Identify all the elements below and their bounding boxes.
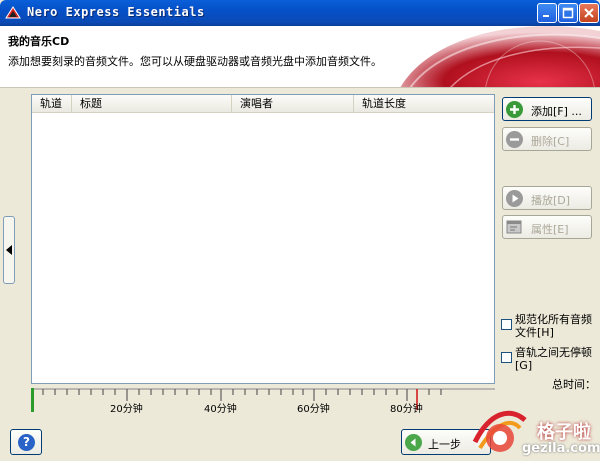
help-icon: ?: [18, 434, 35, 451]
play-button[interactable]: 播放[D]: [502, 186, 592, 210]
no-pause-label-line2: [G]: [515, 359, 533, 372]
column-title[interactable]: 标题: [72, 95, 232, 113]
page-header: 我的音乐CD 添加想要刻录的音频文件。您可以从硬盘驱动器或音频光盘中添加音频文件…: [0, 26, 600, 88]
title-bar[interactable]: Nero Express Essentials: [0, 0, 600, 26]
normalize-checkbox[interactable]: [501, 319, 512, 330]
column-artist[interactable]: 演唱者: [232, 95, 354, 113]
no-pause-label[interactable]: 音轨之间无停顿 [G]: [515, 347, 592, 371]
capacity-ruler: [31, 388, 495, 412]
properties-icon: [506, 219, 523, 236]
plus-icon: [506, 101, 523, 118]
ruler-label-60: 60分钟: [297, 404, 330, 415]
close-button[interactable]: [579, 3, 599, 23]
ruler-label-20: 20分钟: [110, 404, 143, 415]
delete-button[interactable]: 删除[C]: [502, 127, 592, 151]
collapse-panel-tab[interactable]: [3, 216, 15, 284]
normalize-label-line1: 规范化所有音频: [515, 313, 592, 326]
no-pause-label-line1: 音轨之间无停顿: [515, 346, 592, 359]
minus-icon: [506, 131, 523, 148]
properties-button[interactable]: 属性[E]: [502, 215, 592, 239]
track-list[interactable]: 轨道 标题 演唱者 轨道长度: [31, 94, 495, 384]
ruler-label-40: 40分钟: [204, 404, 237, 415]
play-icon: [506, 190, 523, 207]
add-files-button[interactable]: 添加[F] ...: [502, 97, 592, 121]
watermark-url: gezila.com: [522, 441, 600, 456]
speedometer-graphic: [400, 26, 600, 87]
play-label: 播放[D]: [531, 194, 571, 207]
minimize-button[interactable]: [537, 3, 557, 23]
properties-label: 属性[E]: [531, 223, 569, 236]
arrow-left-icon: [6, 245, 12, 255]
normalize-label-line2: 文件[H]: [515, 326, 554, 339]
ruler-label-80: 80分钟: [390, 404, 423, 415]
column-track-length[interactable]: 轨道长度: [354, 95, 494, 113]
add-files-label: 添加[F] ...: [531, 105, 582, 118]
page-title: 我的音乐CD: [8, 35, 70, 48]
maximize-button[interactable]: [558, 3, 578, 23]
help-button[interactable]: ?: [10, 429, 42, 455]
track-list-header: 轨道 标题 演唱者 轨道长度: [32, 95, 494, 113]
arrow-left-icon: [405, 434, 422, 451]
back-label: 上一步: [428, 438, 461, 451]
page-subtitle: 添加想要刻录的音频文件。您可以从硬盘驱动器或音频光盘中添加音频文件。: [8, 55, 382, 68]
delete-label: 删除[C]: [531, 135, 570, 148]
normalize-label[interactable]: 规范化所有音频 文件[H]: [515, 314, 592, 338]
window-title: Nero Express Essentials: [27, 5, 205, 19]
no-pause-checkbox[interactable]: [501, 352, 512, 363]
total-time-label: 总时间：: [552, 378, 596, 391]
column-track[interactable]: 轨道: [32, 95, 72, 113]
nero-app-icon: [4, 4, 22, 22]
